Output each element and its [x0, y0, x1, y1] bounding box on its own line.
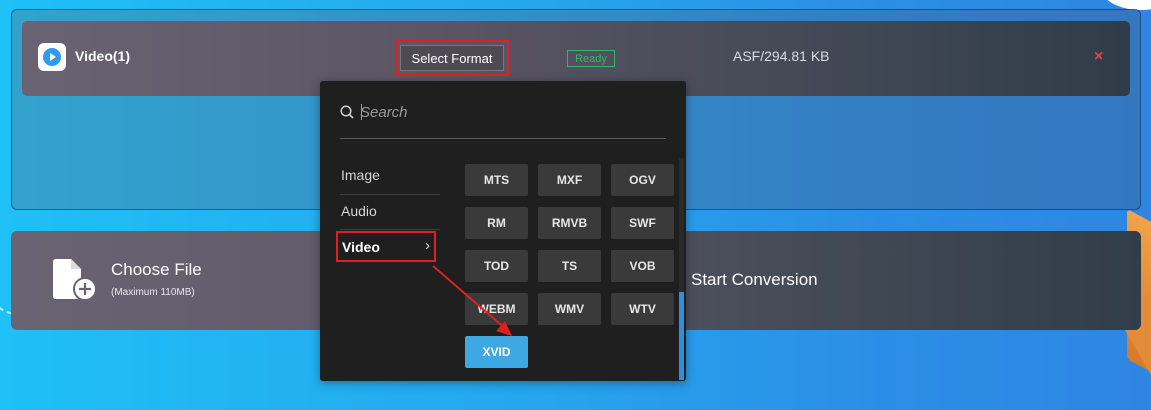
format-rm[interactable]: RM	[465, 207, 528, 239]
format-rmvb[interactable]: RMVB	[538, 207, 601, 239]
chevron-right-icon: ›	[425, 237, 430, 254]
choose-file-button[interactable]: Choose File	[111, 260, 202, 280]
format-swf[interactable]: SWF	[611, 207, 674, 239]
status-badge: Ready	[567, 50, 615, 67]
format-mts[interactable]: MTS	[465, 164, 528, 196]
start-conversion-button[interactable]: Start Conversion	[691, 270, 818, 290]
category-video[interactable]: Video ›	[336, 231, 436, 262]
format-xvid[interactable]: XVID	[465, 336, 528, 368]
search-icon	[340, 105, 354, 119]
format-wtv[interactable]: WTV	[611, 293, 674, 325]
category-divider	[340, 194, 440, 195]
format-wmv[interactable]: WMV	[538, 293, 601, 325]
select-format-button[interactable]: Select Format	[395, 40, 509, 76]
remove-file-button[interactable]: ×	[1094, 48, 1103, 66]
format-mxf[interactable]: MXF	[538, 164, 601, 196]
category-audio[interactable]: Audio	[341, 203, 377, 219]
format-tod[interactable]: TOD	[465, 250, 528, 282]
max-size-note: (Maximum 110MB)	[111, 287, 195, 298]
category-video-label: Video	[342, 239, 380, 255]
search-input[interactable]	[360, 101, 650, 123]
text-caret	[361, 104, 362, 120]
file-format-size: ASF/294.81 KB	[733, 48, 830, 64]
add-file-icon[interactable]	[51, 258, 97, 302]
scrollbar-thumb[interactable]	[679, 292, 684, 380]
category-divider	[340, 229, 440, 230]
select-format-label: Select Format	[400, 45, 504, 71]
format-webm[interactable]: WEBM	[465, 293, 528, 325]
category-image[interactable]: Image	[341, 167, 380, 183]
format-search	[340, 100, 666, 139]
format-ts[interactable]: TS	[538, 250, 601, 282]
video-file-icon	[38, 43, 66, 71]
format-ogv[interactable]: OGV	[611, 164, 674, 196]
file-name: Video(1)	[75, 48, 130, 64]
format-vob[interactable]: VOB	[611, 250, 674, 282]
